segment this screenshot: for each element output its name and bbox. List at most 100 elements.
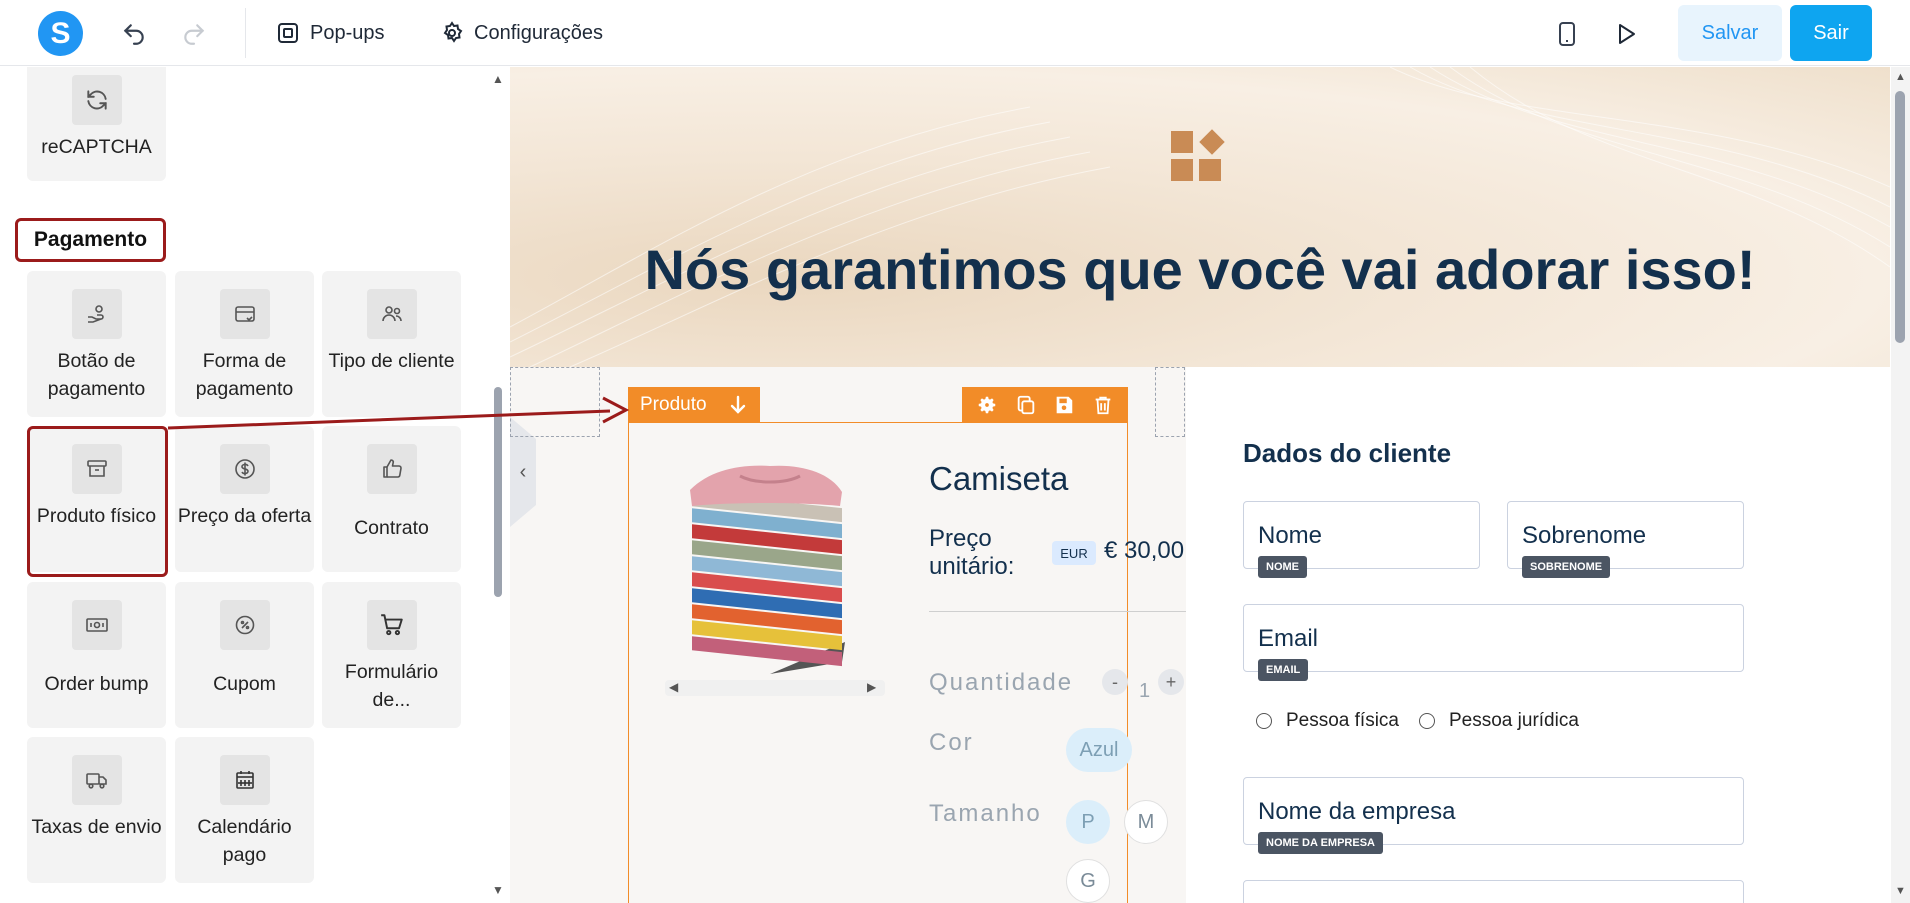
exit-button[interactable]: Sair [1790,5,1872,61]
radio-company[interactable] [1419,713,1435,729]
tile-coupon[interactable]: Cupom [175,582,314,728]
product-image[interactable] [670,462,870,677]
sidebar-scroll-down-icon[interactable]: ▼ [492,883,504,897]
company-name-field[interactable]: Nome da empresa NOME DA EMPRESA [1243,777,1744,854]
tile-label: Botão de pagamento [47,350,146,400]
sidebar-scroll-up-icon[interactable]: ▲ [492,72,504,86]
currency-badge: EUR [1052,541,1096,565]
carousel-prev-icon[interactable]: ◀ [669,680,678,694]
unit-price-value: € 30,00 [1104,537,1185,564]
quantity-plus-button[interactable]: + [1158,669,1184,695]
tile-label: Formulário de... [344,661,439,711]
radio-individual-label: Pessoa física [1286,710,1399,731]
product-divider [929,611,1199,612]
canvas-scrollbar[interactable]: ▲ ▼ [1891,67,1910,903]
product-block-label[interactable]: Produto [628,387,760,423]
calendar-icon [219,755,270,805]
tile-client-type[interactable]: Tipo de cliente [322,271,461,417]
users-icon [366,289,417,339]
section-title-payment: Pagamento [15,218,166,262]
tile-paid-calendar[interactable]: Calendário pago [175,737,314,883]
product-block-label-text: Produto [640,394,707,415]
tile-form[interactable]: Formulário de... [322,582,461,728]
quantity-minus-button[interactable]: - [1102,669,1128,695]
copy-icon[interactable] [1015,394,1037,416]
play-icon[interactable] [1610,18,1642,50]
arrow-down-icon [730,395,745,414]
tile-recaptcha[interactable]: reCAPTCHA [27,67,166,181]
size-option[interactable]: M [1124,800,1168,844]
quantity-value[interactable]: 1 [1139,680,1150,703]
mobile-preview-icon[interactable] [1551,18,1583,50]
radio-individual[interactable] [1256,713,1272,729]
tile-label: Taxas de envio [31,816,162,838]
app-logo[interactable]: S [38,11,83,56]
next-field[interactable] [1243,880,1744,903]
tile-label: Order bump [44,673,149,695]
last-name-tag: SOBRENOME [1522,556,1611,578]
trash-icon[interactable] [1092,394,1114,416]
color-option-selected[interactable]: Azul [1066,728,1132,772]
image-carousel-track[interactable] [665,680,885,696]
tile-offer-price[interactable]: Preço da oferta [175,426,314,572]
page-canvas: Nós garantimos que você vai adorar isso!… [510,67,1890,903]
tile-label: Preço da oferta [177,505,312,527]
last-name-placeholder: Sobrenome [1522,522,1647,549]
truck-icon [71,755,122,805]
last-name-field[interactable]: Sobrenome SOBRENOME [1507,501,1744,578]
size-option[interactable]: G [1066,859,1110,903]
hero-wave-lines [510,67,1890,367]
hero-banner[interactable]: Nós garantimos que você vai adorar isso! [510,67,1890,367]
gear-icon [443,21,463,43]
canvas-scrollbar-thumb[interactable] [1895,91,1905,343]
sidebar-scrollbar[interactable] [494,387,502,597]
thumbs-up-icon [366,444,417,494]
empty-slot-left [510,367,600,437]
company-name-tag: NOME DA EMPRESA [1258,832,1383,854]
tile-label: Contrato [354,517,429,539]
redo-icon[interactable] [178,18,210,50]
tile-physical-product[interactable]: Produto físico [27,426,166,572]
tile-payment-button[interactable]: Botão de pagamento [27,271,166,417]
cart-icon [366,600,417,650]
tile-label: Produto físico [36,505,157,527]
email-field[interactable]: Email EMAIL [1243,604,1744,681]
size-option-selected[interactable]: P [1066,800,1110,844]
first-name-tag: NOME [1258,556,1307,578]
percent-badge-icon [219,600,270,650]
undo-icon[interactable] [118,18,150,50]
tile-label: Forma de pagamento [195,350,294,400]
customer-form-title: Dados do cliente [1243,438,1452,468]
first-name-field[interactable]: Nome NOME [1243,501,1480,578]
components-sidebar: reCAPTCHA Pagamento Botão de pagamento F… [0,67,510,903]
radio-company-label: Pessoa jurídica [1449,710,1579,731]
product-title: Camiseta [929,460,1069,497]
canvas-scroll-down-icon[interactable]: ▼ [1895,885,1906,897]
quantity-label: Quantidade [929,669,1074,696]
save-button[interactable]: Salvar [1678,5,1782,61]
save-icon[interactable] [1053,394,1075,416]
tile-contract[interactable]: Contrato [322,426,461,572]
tile-payment-method[interactable]: Forma de pagamento [175,271,314,417]
tile-shipping-fees[interactable]: Taxas de envio [27,737,166,883]
top-bar: S Pop-ups Configurações Salvar Sair [0,0,1910,66]
settings-label: Configurações [474,21,603,44]
tile-order-bump[interactable]: Order bump [27,582,166,728]
color-label: Cor [929,729,974,756]
empty-slot-middle [1155,367,1185,437]
gear-icon[interactable] [976,394,998,416]
popups-button[interactable]: Pop-ups [276,16,385,50]
tile-label: Cupom [213,673,276,695]
company-name-placeholder: Nome da empresa [1258,798,1456,825]
settings-button[interactable]: Configurações [440,16,603,50]
editor-window: S Pop-ups Configurações Salvar Sair reCA… [0,0,1910,903]
unit-price-label-line2: unitário: [929,553,1015,580]
canvas-scroll-up-icon[interactable]: ▲ [1895,71,1906,83]
hero-title: Nós garantimos que você vai adorar isso! [644,238,1756,301]
refresh-icon [71,75,122,125]
email-placeholder: Email [1258,625,1319,652]
card-icon [219,289,270,339]
dollar-icon [219,444,270,494]
product-block-toolbar [962,387,1128,423]
carousel-next-icon[interactable]: ▶ [867,680,876,694]
